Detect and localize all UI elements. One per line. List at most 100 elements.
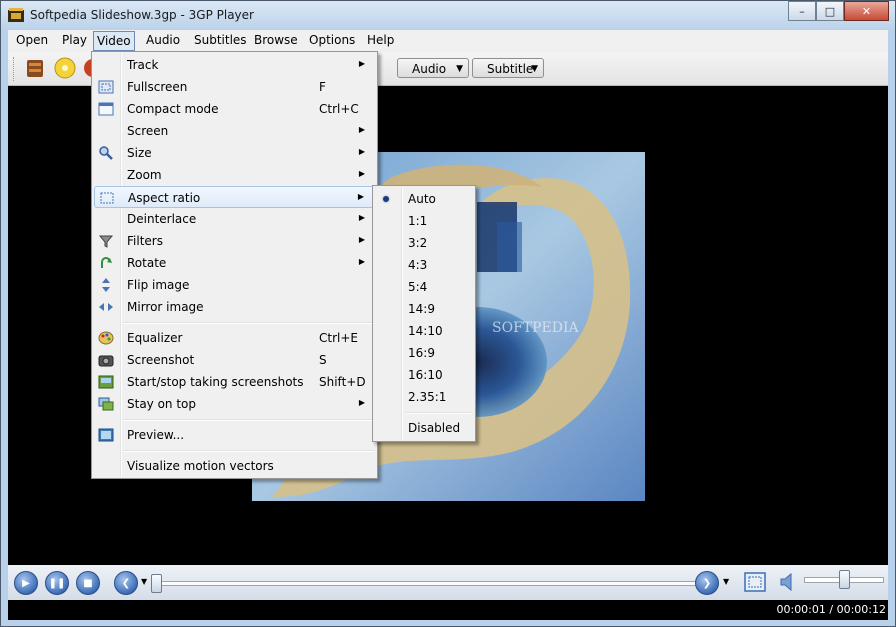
aspect-option-5-4[interactable]: 5:4: [375, 276, 473, 298]
maximize-button[interactable]: □: [816, 1, 844, 21]
speaker-icon[interactable]: [780, 572, 796, 592]
menu-open[interactable]: Open: [13, 33, 51, 49]
menu-item-label: Mirror image: [127, 300, 204, 314]
menu-separator: [405, 412, 471, 414]
aspect-option-4-3[interactable]: 4:3: [375, 254, 473, 276]
menu-video[interactable]: Video: [93, 31, 135, 51]
menu-item-preview[interactable]: Preview...: [94, 424, 375, 446]
submenu-arrow-icon: ▶: [358, 147, 365, 156]
aspect-option-label: 14:9: [408, 302, 435, 316]
aspect-option-label: Auto: [408, 192, 436, 206]
menu-item-label: Fullscreen: [127, 80, 188, 94]
menu-item-fullscreen[interactable]: Fullscreen F: [94, 76, 375, 98]
audio-track-dropdown[interactable]: Audio ▼: [397, 58, 469, 78]
open-disc-icon[interactable]: [54, 57, 76, 79]
play-button[interactable]: ▶: [14, 571, 38, 595]
subtitle-track-dropdown[interactable]: Subtitle ▼: [472, 58, 544, 78]
menu-item-visualize-motion-vectors[interactable]: Visualize motion vectors: [94, 455, 375, 477]
funnel-icon: [98, 233, 114, 249]
menu-item-zoom[interactable]: Zoom ▶: [94, 164, 375, 186]
menu-item-screenshot[interactable]: Screenshot S: [94, 349, 375, 371]
menu-item-flip-image[interactable]: Flip image: [94, 274, 375, 296]
submenu-arrow-icon: ▶: [358, 257, 365, 266]
submenu-arrow-icon: ▶: [357, 192, 364, 201]
seek-bar[interactable]: [158, 581, 700, 586]
aspect-option-16-9[interactable]: 16:9: [375, 342, 473, 364]
watermark-text: SOFTPEDIA: [492, 320, 580, 336]
close-button[interactable]: ✕: [844, 1, 889, 21]
aspect-option-label: 4:3: [408, 258, 428, 272]
submenu-arrow-icon: ▶: [358, 125, 365, 134]
menu-item-label: Screen: [127, 124, 169, 138]
menu-audio[interactable]: Audio: [143, 33, 183, 49]
menu-item-rotate[interactable]: Rotate ▶: [94, 252, 375, 274]
menu-subtitles[interactable]: Subtitles: [191, 33, 250, 49]
menu-separator: [124, 322, 374, 324]
compact-icon: [98, 101, 114, 117]
aspect-option-14-9[interactable]: 14:9: [375, 298, 473, 320]
chevron-down-icon: ▼: [531, 64, 538, 74]
submenu-arrow-icon: ▶: [358, 398, 365, 407]
menu-item-screen[interactable]: Screen ▶: [94, 120, 375, 142]
rewind-menu-chevron-icon[interactable]: ▼: [141, 577, 147, 586]
menu-item-compact-mode[interactable]: Compact mode Ctrl+C: [94, 98, 375, 120]
menu-item-shortcut: Shift+D: [319, 375, 366, 389]
toolbar-grip[interactable]: [13, 57, 17, 81]
aspect-option-label: 3:2: [408, 236, 428, 250]
playback-controls: ▶ ❚❚ ■ ❮ ▼ ❯ ▼: [8, 565, 888, 600]
magnifier-icon: [98, 145, 114, 161]
volume-thumb[interactable]: [839, 570, 850, 589]
aspect-option-disabled[interactable]: Disabled: [375, 417, 473, 439]
menu-item-label: Zoom: [127, 168, 162, 182]
menu-item-equalizer[interactable]: Equalizer Ctrl+E: [94, 327, 375, 349]
minimize-button[interactable]: –: [788, 1, 816, 21]
aspect-option-2-35-1[interactable]: 2.35:1: [375, 386, 473, 408]
menu-item-mirror-image[interactable]: Mirror image: [94, 296, 375, 318]
menu-item-size[interactable]: Size ▶: [94, 142, 375, 164]
aspect-ratio-submenu: Auto 1:1 3:2 4:3 5:4 14:9 14:10 16:9 16:10 2.35:1…: [372, 185, 476, 442]
submenu-arrow-icon: ▶: [358, 169, 365, 178]
aspect-option-label: 14:10: [408, 324, 443, 338]
pause-button[interactable]: ❚❚: [45, 571, 69, 595]
aspect-icon: [99, 190, 115, 206]
menu-item-shortcut: S: [319, 353, 327, 367]
stop-button[interactable]: ■: [76, 571, 100, 595]
audio-dropdown-label: Audio: [412, 62, 447, 76]
windows-icon: [98, 396, 114, 412]
menu-item-filters[interactable]: Filters ▶: [94, 230, 375, 252]
menu-item-label: Aspect ratio: [128, 191, 201, 205]
aspect-option-3-2[interactable]: 3:2: [375, 232, 473, 254]
menu-item-shortcut: F: [319, 80, 326, 94]
rewind-button[interactable]: ❮: [114, 571, 138, 595]
title-bar[interactable]: Softpedia Slideshow.3gp - 3GP Player – □…: [1, 1, 895, 29]
menu-browse[interactable]: Browse: [251, 33, 301, 49]
aspect-option-14-10[interactable]: 14:10: [375, 320, 473, 342]
aspect-option-label: 1:1: [408, 214, 428, 228]
fullscreen-toggle-icon[interactable]: [744, 572, 766, 592]
menu-item-shortcut: Ctrl+E: [319, 331, 358, 345]
menu-item-track[interactable]: Track ▶: [94, 54, 375, 76]
aspect-option-auto[interactable]: Auto: [375, 188, 473, 210]
open-file-icon[interactable]: [24, 57, 46, 79]
menu-item-label: Visualize motion vectors: [127, 459, 274, 473]
seek-thumb[interactable]: [151, 574, 162, 593]
submenu-arrow-icon: ▶: [358, 213, 365, 222]
status-bar: 00:00:01 / 00:00:12: [8, 600, 888, 620]
menu-play[interactable]: Play: [59, 33, 90, 49]
chevron-down-icon: ▼: [456, 64, 463, 74]
aspect-option-1-1[interactable]: 1:1: [375, 210, 473, 232]
menu-item-aspect-ratio[interactable]: Aspect ratio ▶: [94, 186, 375, 208]
aspect-option-16-10[interactable]: 16:10: [375, 364, 473, 386]
menu-item-deinterlace[interactable]: Deinterlace ▶: [94, 208, 375, 230]
menu-item-label: Deinterlace: [127, 212, 197, 226]
menu-item-label: Screenshot: [127, 353, 195, 367]
forward-button[interactable]: ❯: [695, 571, 719, 595]
menu-help[interactable]: Help: [364, 33, 397, 49]
menu-item-start-stop-taking-screenshots[interactable]: Start/stop taking screenshots Shift+D: [94, 371, 375, 393]
forward-menu-chevron-icon[interactable]: ▼: [723, 577, 729, 586]
preview-icon: [98, 427, 114, 443]
aspect-option-label: 16:10: [408, 368, 443, 382]
menu-options[interactable]: Options: [306, 33, 358, 49]
menu-item-label: Rotate: [127, 256, 167, 270]
menu-item-stay-on-top[interactable]: Stay on top ▶: [94, 393, 375, 415]
